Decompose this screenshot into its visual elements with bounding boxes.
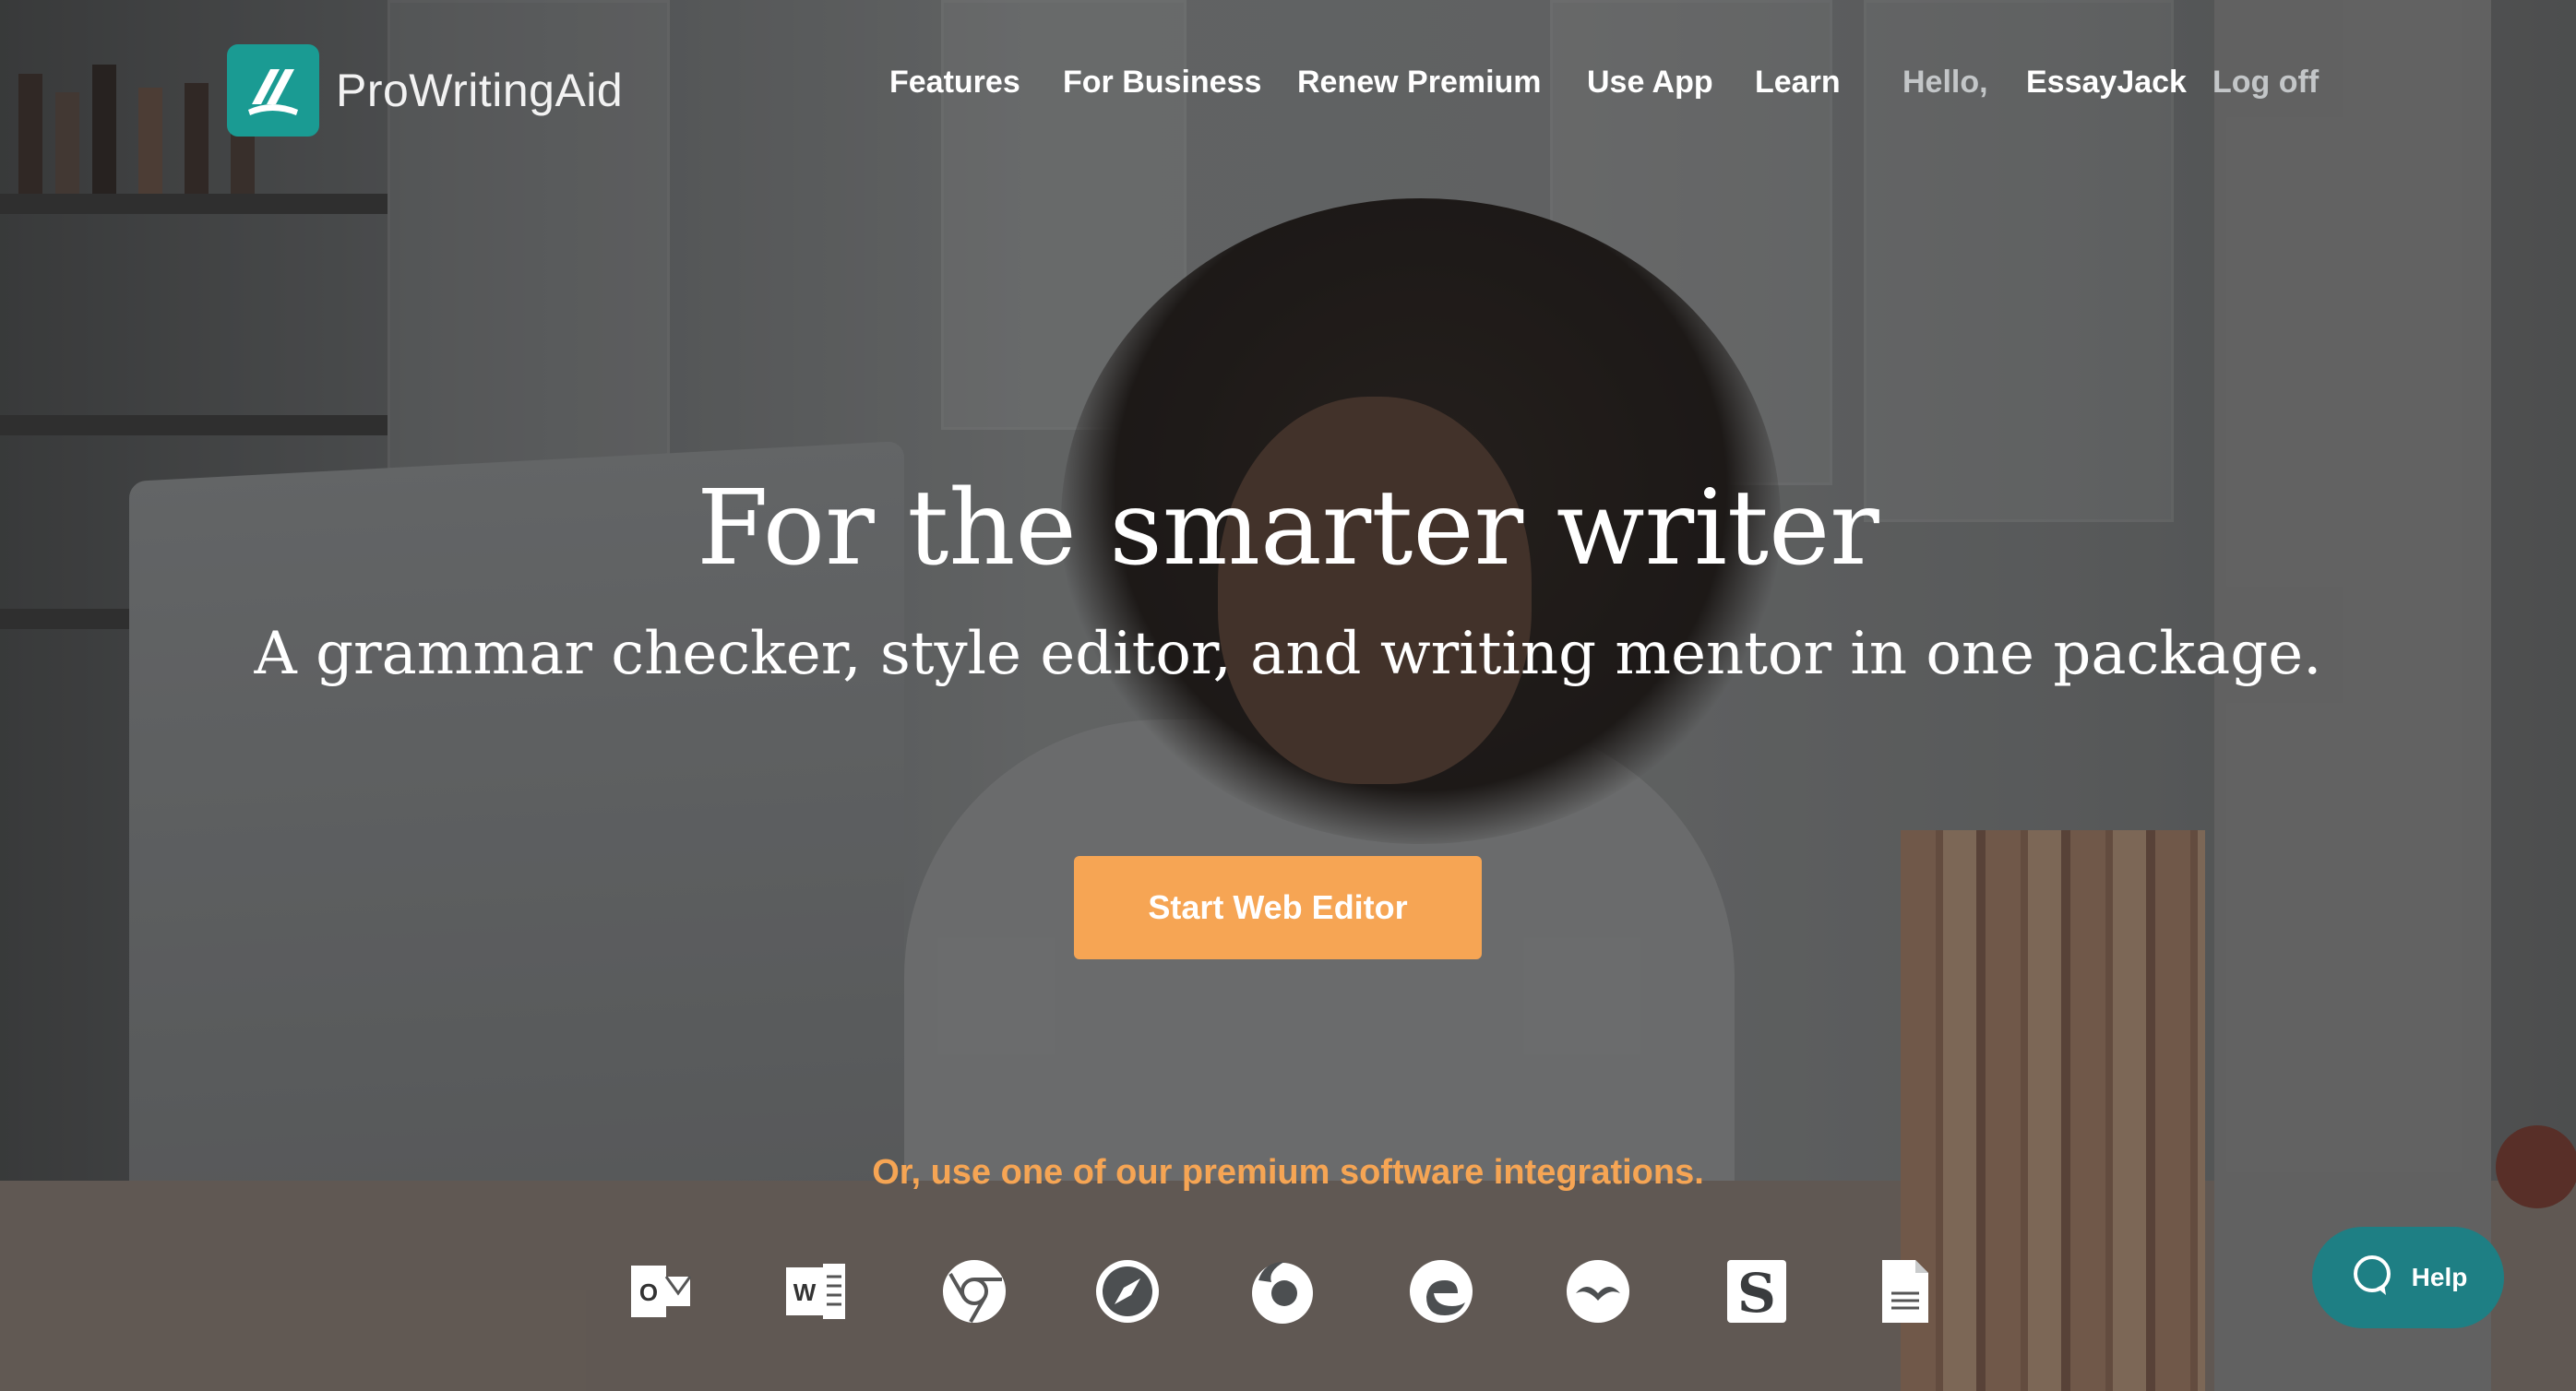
svg-text:O: O xyxy=(639,1278,658,1306)
word-icon[interactable]: W xyxy=(781,1256,851,1326)
nav-use-app[interactable]: Use App xyxy=(1587,65,1713,101)
svg-text:S: S xyxy=(1737,1262,1776,1325)
start-web-editor-button[interactable]: Start Web Editor xyxy=(1074,856,1482,959)
nav-features[interactable]: Features xyxy=(889,65,1020,101)
safari-icon[interactable] xyxy=(1092,1256,1163,1326)
openoffice-icon[interactable] xyxy=(1563,1256,1633,1326)
firefox-icon[interactable] xyxy=(1247,1256,1318,1326)
svg-text:W: W xyxy=(793,1278,817,1306)
chrome-icon[interactable] xyxy=(939,1256,1009,1326)
edge-icon[interactable] xyxy=(1406,1256,1476,1326)
greeting-text: Hello, xyxy=(1902,65,1988,100)
main-nav: Features For Business Renew Premium Use … xyxy=(0,65,2576,116)
nav-for-business[interactable]: For Business xyxy=(1063,65,1261,101)
nav-learn[interactable]: Learn xyxy=(1755,65,1841,101)
outlook-icon[interactable]: O xyxy=(626,1256,696,1326)
hero-subtitle: A grammar checker, style editor, and wri… xyxy=(254,620,2322,688)
hero-title: For the smarter writer xyxy=(697,469,1879,588)
user-account-link[interactable]: EssayJack xyxy=(2026,65,2187,101)
integrations-icon-row: O W S xyxy=(0,1256,2576,1330)
integrations-heading: Or, use one of our premium software inte… xyxy=(872,1153,1704,1192)
scrivener-icon[interactable]: S xyxy=(1722,1256,1792,1326)
help-button[interactable]: Help xyxy=(2312,1227,2504,1328)
nav-renew-premium[interactable]: Renew Premium xyxy=(1297,65,1542,101)
google-docs-icon[interactable] xyxy=(1869,1256,1939,1326)
chat-bubble-icon xyxy=(2349,1253,2395,1302)
help-label: Help xyxy=(2411,1263,2468,1291)
log-off-link[interactable]: Log off xyxy=(2212,65,2319,101)
